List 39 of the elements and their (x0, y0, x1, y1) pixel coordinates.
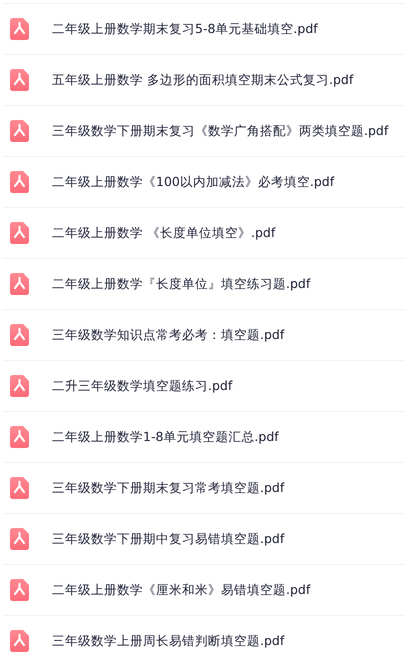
file-row[interactable]: 二年级上册数学『长度单位』填空练习题.pdf (3, 258, 405, 309)
pdf-file-icon (10, 426, 29, 448)
file-name: 二年级上册数学『长度单位』填空练习题.pdf (52, 276, 310, 292)
file-name: 二年级上册数学1-8单元填空题汇总.pdf (52, 428, 279, 446)
file-name: 二年级上册数学 《长度单位填空》.pdf (52, 224, 276, 242)
file-row[interactable]: 二升三年级数学填空题练习.pdf (3, 360, 405, 411)
pdf-file-icon (10, 579, 29, 601)
pdf-file-icon (10, 477, 29, 499)
file-name: 三年级数学知识点常考必考：填空题.pdf (52, 326, 284, 344)
file-name: 二年级上册数学《厘米和米》易错填空题.pdf (52, 582, 310, 598)
file-name: 三年级数学下册期中复习易错填空题.pdf (52, 530, 284, 548)
file-row[interactable]: 五年级上册数学 多边形的面积填空期末公式复习.pdf (3, 54, 405, 105)
file-row[interactable]: 二年级上册数学 《长度单位填空》.pdf (3, 207, 405, 258)
file-row[interactable]: 三年级数学下册期中复习易错填空题.pdf (3, 513, 405, 564)
file-name: 二年级上册数学期末复习5-8单元基础填空.pdf (52, 20, 318, 38)
file-row[interactable]: 二年级上册数学《100以内加减法》必考填空.pdf (3, 156, 405, 207)
file-name: 三年级数学下册期末复习常考填空题.pdf (52, 480, 284, 496)
pdf-file-icon (10, 18, 29, 40)
file-row[interactable]: 二年级上册数学1-8单元填空题汇总.pdf (3, 411, 405, 462)
file-row[interactable]: 三年级数学上册周长易错判断填空题.pdf (3, 615, 405, 659)
file-name: 三年级数学下册期末复习《数学广角搭配》两类填空题.pdf (52, 122, 388, 140)
file-row[interactable]: 二年级上册数学期末复习5-8单元基础填空.pdf (3, 3, 405, 54)
file-row[interactable]: 三年级数学知识点常考必考：填空题.pdf (3, 309, 405, 360)
file-row[interactable]: 二年级上册数学《厘米和米》易错填空题.pdf (3, 564, 405, 615)
pdf-file-icon (10, 273, 29, 295)
file-name: 五年级上册数学 多边形的面积填空期末公式复习.pdf (52, 72, 354, 88)
pdf-file-icon (10, 528, 29, 550)
pdf-file-icon (10, 324, 29, 346)
pdf-file-icon (10, 171, 29, 193)
pdf-file-icon (10, 120, 29, 142)
file-row[interactable]: 三年级数学下册期末复习常考填空题.pdf (3, 462, 405, 513)
file-name: 二年级上册数学《100以内加减法》必考填空.pdf (52, 174, 334, 190)
file-name: 二升三年级数学填空题练习.pdf (52, 378, 232, 394)
file-name: 三年级数学上册周长易错判断填空题.pdf (52, 632, 284, 650)
pdf-file-icon (10, 630, 29, 652)
pdf-file-icon (10, 69, 29, 91)
pdf-file-icon (10, 375, 29, 397)
pdf-file-icon (10, 222, 29, 244)
file-row[interactable]: 三年级数学下册期末复习《数学广角搭配》两类填空题.pdf (3, 105, 405, 156)
